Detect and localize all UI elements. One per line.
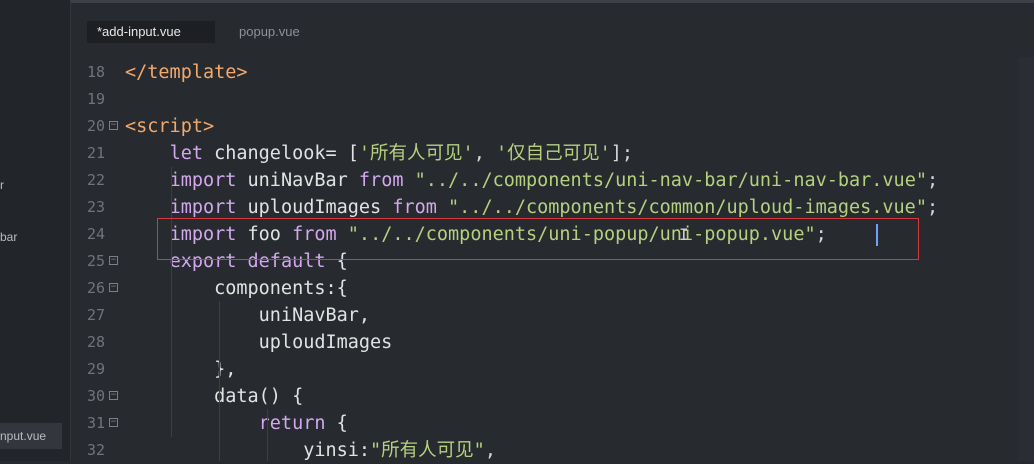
code-text[interactable]: yinsi:"所有人可见", [125,437,496,464]
code-text[interactable]: data() { [125,383,303,410]
line-number: 23 [86,198,105,216]
code-editor[interactable]: *add-input.vue popup.vue 18 </template> 19… [71,3,1034,461]
code-line[interactable]: 30− data() { [71,383,1018,410]
code-line[interactable]: 28 uploudImages [71,329,1018,356]
code-line[interactable]: 20− <script> [71,113,1018,140]
code-line[interactable]: 22 import uniNavBar from "../../componen… [71,167,1018,194]
code-line[interactable]: 21 let changelook= ['所有人可见', '仅自己可见']; [71,140,1018,167]
line-number: 28 [86,333,105,351]
code-text[interactable]: let changelook= ['所有人可见', '仅自己可见']; [125,140,633,167]
sidebar-item-label[interactable]: nput.vue [0,429,46,443]
code-line[interactable]: 19 [71,86,1018,113]
code-text[interactable]: import uniNavBar from "../../components/… [125,167,939,194]
line-number: 24 [86,225,105,243]
text-cursor [876,224,878,246]
editor-tab-bar: *add-input.vue popup.vue [71,17,1034,47]
tab-add-input-vue[interactable]: *add-input.vue [87,21,215,43]
code-text[interactable]: </template> [125,59,248,86]
indent-guide [171,167,172,437]
code-text[interactable]: <script> [125,113,214,140]
indent-guide [267,409,268,461]
line-number: 20 [86,117,105,135]
indent-guide [219,301,220,461]
line-number: 30 [86,387,105,405]
editor-scrollbar[interactable] [1018,57,1034,461]
code-line[interactable]: 32 yinsi:"所有人可见", [71,437,1018,464]
line-number: 22 [86,171,105,189]
sidebar-item-label[interactable]: r [0,178,4,192]
line-number: 21 [86,144,105,162]
line-number: 31 [86,414,105,432]
line-number: 29 [86,360,105,378]
fold-toggle-icon[interactable]: − [109,256,118,265]
highlight-box [157,218,919,260]
mouse-ibeam-icon: I [679,225,689,244]
code-line[interactable]: 18 </template> [71,59,1018,86]
fold-toggle-icon[interactable]: − [109,391,118,400]
line-number: 19 [86,90,105,108]
fold-toggle-icon[interactable]: − [109,283,118,292]
code-line[interactable]: 31− return { [71,410,1018,437]
line-number: 27 [86,306,105,324]
code-line[interactable]: 29 }, [71,356,1018,383]
code-text[interactable]: uploudImages [125,329,393,356]
code-line[interactable]: 26− components:{ [71,275,1018,302]
code-text[interactable]: components:{ [125,275,348,302]
file-explorer-sidebar: r bar nput.vue [0,0,71,461]
code-text[interactable]: return { [125,410,348,437]
line-number: 18 [86,63,105,81]
line-number: 26 [86,279,105,297]
tab-popup-vue[interactable]: popup.vue [229,21,310,43]
fold-toggle-icon[interactable]: − [109,121,118,130]
line-number: 25 [86,252,105,270]
line-number: 32 [86,441,105,459]
code-text[interactable]: uniNavBar, [125,302,370,329]
code-line[interactable]: 23 import uploudImages from "../../compo… [71,194,1018,221]
code-line[interactable]: 27 uniNavBar, [71,302,1018,329]
fold-toggle-icon[interactable]: − [109,418,118,427]
sidebar-item-label[interactable]: bar [0,230,17,244]
code-text[interactable]: import uploudImages from "../../componen… [125,194,939,221]
